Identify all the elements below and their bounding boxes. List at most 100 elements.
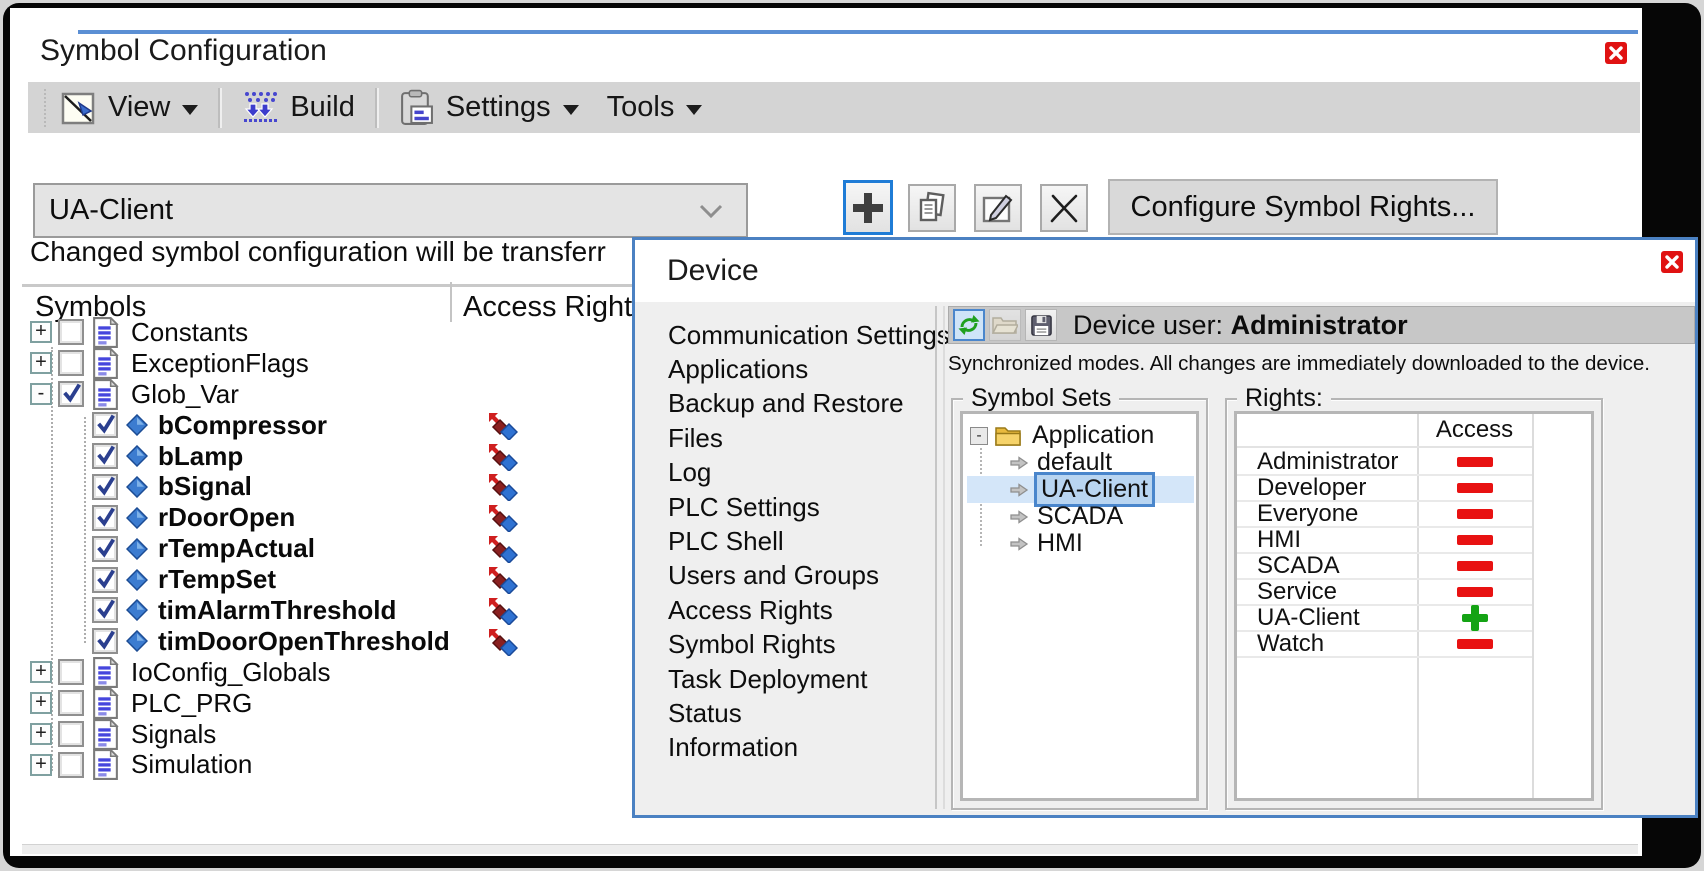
document-icon: [92, 348, 119, 379]
save-icon: [1030, 314, 1053, 337]
settings-menu[interactable]: Settings: [385, 82, 593, 133]
tree-expander-icon[interactable]: +: [30, 754, 52, 776]
symbol-set-dropdown[interactable]: UA-Client: [33, 183, 748, 238]
variable-icon: [126, 414, 148, 436]
symbol-checkbox[interactable]: [92, 474, 118, 500]
rights-table-row[interactable]: Service: [1237, 580, 1532, 606]
add-symbol-set-button[interactable]: [843, 180, 893, 235]
symbol-label: rTempActual: [158, 533, 315, 564]
symbol-tree-row[interactable]: bCompressor: [22, 410, 642, 441]
build-button[interactable]: Build: [228, 82, 369, 133]
window-bottom-strip: [22, 844, 1638, 854]
refresh-button[interactable]: [953, 309, 985, 341]
document-icon: [92, 688, 119, 719]
device-nav-item[interactable]: Applications: [635, 352, 933, 386]
symbol-checkbox[interactable]: [58, 721, 84, 747]
tree-expander-icon[interactable]: +: [30, 352, 52, 374]
tree-expander-icon[interactable]: -: [970, 427, 988, 445]
rights-user-label: HMI: [1237, 526, 1301, 554]
edit-symbol-set-button[interactable]: [974, 184, 1022, 232]
symbol-tree-row[interactable]: bSignal: [22, 471, 642, 502]
rights-table-row[interactable]: HMI: [1237, 528, 1532, 554]
rights-user-label: UA-Client: [1237, 604, 1360, 632]
nav-divider: [943, 306, 945, 809]
tools-menu[interactable]: Tools: [593, 82, 717, 133]
rights-table-row[interactable]: Watch: [1237, 632, 1532, 658]
device-nav-item[interactable]: Symbol Rights: [635, 628, 933, 662]
symbol-checkbox[interactable]: [92, 567, 118, 593]
symbol-checkbox[interactable]: [58, 690, 84, 716]
device-nav-item[interactable]: Communication Settings: [635, 318, 933, 352]
device-nav-item[interactable]: Log: [635, 456, 933, 490]
copy-icon: [915, 191, 949, 225]
symbol-checkbox[interactable]: [58, 350, 84, 376]
variable-icon: [126, 569, 148, 591]
symbol-tree-row[interactable]: + Constants: [22, 317, 642, 348]
rights-table-row[interactable]: Everyone: [1237, 502, 1532, 528]
device-nav-item[interactable]: PLC Settings: [635, 490, 933, 524]
configure-symbol-rights-button[interactable]: Configure Symbol Rights...: [1108, 179, 1498, 235]
symbol-checkbox[interactable]: [92, 443, 118, 469]
symbol-tree-row[interactable]: + Signals: [22, 719, 642, 750]
device-nav-item-label: Information: [668, 732, 798, 763]
device-dialog-close-icon[interactable]: [1661, 251, 1683, 273]
tools-menu-label: Tools: [607, 91, 675, 124]
rights-table-row[interactable]: Developer: [1237, 476, 1532, 502]
symbol-checkbox[interactable]: [92, 505, 118, 531]
device-nav-item[interactable]: PLC Shell: [635, 524, 933, 558]
symbol-tree-row[interactable]: - Glob_Var: [22, 379, 642, 410]
duplicate-symbol-set-button[interactable]: [908, 184, 956, 232]
view-menu[interactable]: View: [46, 82, 212, 133]
close-icon[interactable]: [1605, 42, 1627, 64]
column-divider[interactable]: [450, 282, 452, 322]
rights-table-row[interactable]: UA-Client: [1237, 606, 1532, 632]
tree-expander-icon[interactable]: +: [30, 723, 52, 745]
device-nav-item[interactable]: Users and Groups: [635, 559, 933, 593]
symbol-checkbox[interactable]: [58, 752, 84, 778]
device-nav-item[interactable]: Access Rights: [635, 593, 933, 627]
tree-expander-icon[interactable]: +: [30, 321, 52, 343]
symbol-checkbox[interactable]: [92, 628, 118, 654]
rights-table-row[interactable]: Administrator: [1237, 450, 1532, 476]
rights-table-row[interactable]: SCADA: [1237, 554, 1532, 580]
symbol-set-root-row[interactable]: - Application: [967, 422, 1194, 449]
symbol-tree-row[interactable]: timDoorOpenThreshold: [22, 626, 642, 657]
delete-symbol-set-button[interactable]: [1040, 184, 1088, 232]
symbol-tree-row[interactable]: + IoConfig_Globals: [22, 657, 642, 688]
import-users-button[interactable]: [989, 309, 1021, 341]
symbol-tree-row[interactable]: rDoorOpen: [22, 502, 642, 533]
checkmark-icon: [61, 381, 83, 403]
symbol-tree-row[interactable]: + Simulation: [22, 749, 642, 780]
tree-expander-icon[interactable]: +: [30, 661, 52, 683]
symbol-checkbox[interactable]: [58, 319, 84, 345]
symbol-tree-row[interactable]: bLamp: [22, 441, 642, 472]
access-column-header: Access: [1417, 416, 1532, 444]
device-nav-item-label: Log: [668, 457, 711, 488]
symbol-set-item[interactable]: HMI: [967, 530, 1194, 557]
symbol-set-item[interactable]: SCADA: [967, 503, 1194, 530]
symbol-tree-row[interactable]: timAlarmThreshold: [22, 595, 642, 626]
symbol-tree-row[interactable]: rTempActual: [22, 533, 642, 564]
export-users-button[interactable]: [1025, 309, 1057, 341]
device-nav-item[interactable]: Files: [635, 421, 933, 455]
symbol-tree-row[interactable]: rTempSet: [22, 564, 642, 595]
symbol-checkbox[interactable]: [58, 381, 84, 407]
device-user-label: Device user: Administrator: [1073, 310, 1408, 341]
device-nav-item[interactable]: Backup and Restore: [635, 387, 933, 421]
tree-expander-icon[interactable]: +: [30, 692, 52, 714]
symbol-checkbox[interactable]: [58, 659, 84, 685]
symbol-checkbox[interactable]: [92, 597, 118, 623]
device-nav-item[interactable]: Task Deployment: [635, 662, 933, 696]
device-nav-item[interactable]: Status: [635, 696, 933, 730]
device-nav-item[interactable]: Information: [635, 731, 933, 765]
access-mark-icon: [1457, 483, 1493, 493]
symbol-set-item[interactable]: UA-Client: [967, 476, 1194, 503]
symbol-tree-row[interactable]: + PLC_PRG: [22, 688, 642, 719]
symbol-tree-row[interactable]: + ExceptionFlags: [22, 348, 642, 379]
access-mark-icon: [1457, 587, 1493, 597]
tree-expander-icon[interactable]: -: [30, 383, 52, 405]
build-button-label: Build: [290, 91, 355, 124]
symbol-checkbox[interactable]: [92, 412, 118, 438]
toolbar-separator: [218, 88, 222, 128]
symbol-checkbox[interactable]: [92, 536, 118, 562]
